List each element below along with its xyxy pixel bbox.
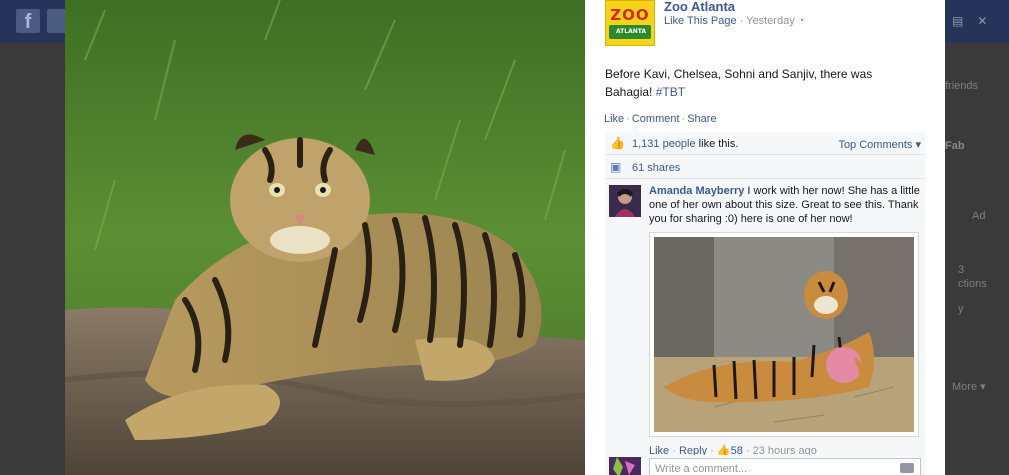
comment-input[interactable]: Write a comment... [649,458,921,475]
sidebar-text: Ad [972,210,986,222]
post-body: Before Kavi, Chelsea, Sohni and Sanjiv, … [605,67,873,99]
sidebar-more: More ▾ [952,381,986,393]
post-actions: Like · Comment · Share [604,113,717,125]
likes-row: 👍 1,131 people like this. Top Comments ▾ [605,132,925,155]
comment-body: Amanda Mayberry I work with her now! She… [649,184,921,226]
nav-icons: ▤ ✕ [952,14,1001,28]
like-button[interactable]: Like [604,113,624,125]
settings-icon[interactable]: ▤ [952,14,963,28]
comment-button[interactable]: Comment [632,113,680,125]
facebook-logo-icon[interactable]: f [16,9,40,33]
comment-placeholder: Write a comment... [655,463,748,475]
post-text: Before Kavi, Chelsea, Sohni and Sanjiv, … [605,65,920,101]
search-box-stub[interactable] [47,9,67,33]
post-panel: ZOO ATLANTA Zoo Atlanta Like This Page ·… [585,0,945,475]
camera-icon[interactable] [900,463,914,473]
tiger-cub-image [65,0,585,475]
post-time[interactable]: Yesterday [746,15,795,27]
shares-link[interactable]: 61 shares [632,162,680,174]
comment-author-link[interactable]: Amanda Mayberry [649,185,744,197]
share-button[interactable]: Share [687,113,716,125]
avatar-text-atlanta: ATLANTA [616,28,647,36]
top-comments-dropdown[interactable]: Top Comments ▾ [838,138,921,151]
page-name-link[interactable]: Zoo Atlanta [664,0,735,14]
sidebar-text: ctions [958,278,987,290]
comment: Amanda Mayberry I work with her now! She… [605,180,925,460]
feedback-box: 👍 1,131 people like this. Top Comments ▾… [605,132,925,462]
sidebar-text: y [958,303,964,315]
like-page-link[interactable]: Like This Page [664,15,737,27]
sidebar-text: Fab [945,140,965,152]
hashtag-link[interactable]: #TBT [656,85,685,99]
commenter-avatar[interactable] [609,185,641,217]
post-meta: Like This Page · Yesterday ◔ [664,15,805,27]
comment-photo[interactable] [649,232,919,437]
viewer-avatar [609,457,641,475]
tiger-with-ball-image [654,237,914,432]
post-photo[interactable] [65,0,585,475]
share-icon: ▣ [610,160,622,174]
likes-count-link[interactable]: 1,131 people [632,138,696,150]
sidebar-text: 3 [958,264,965,276]
shares-row: ▣ 61 shares [605,156,925,179]
thumbs-up-icon: 👍 [610,136,625,150]
comment-composer: Write a comment... [605,455,925,475]
zoo-atlanta-avatar[interactable]: ZOO ATLANTA [605,0,655,46]
sidebar-text: friends [945,80,979,92]
avatar-text-zoo: ZOO [610,6,650,24]
close-icon[interactable]: ✕ [977,14,987,28]
likes-suffix: like this. [695,138,739,150]
globe-icon: ◔ [797,15,805,27]
